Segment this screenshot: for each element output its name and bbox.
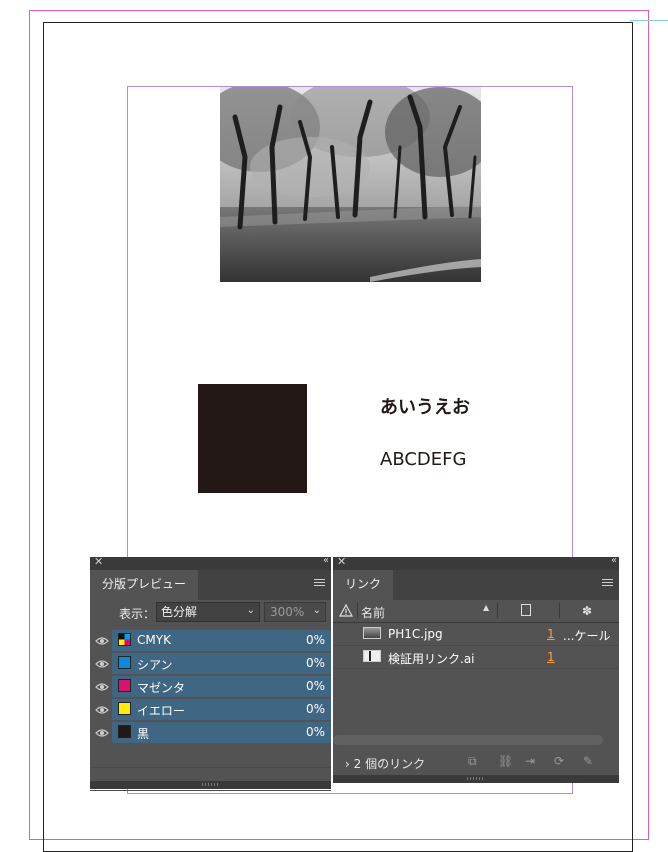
column-name[interactable]: 名前	[361, 604, 385, 621]
separation-value: 0%	[305, 679, 325, 693]
view-label: 表示：	[119, 607, 156, 621]
separation-name: CMYK	[137, 633, 171, 647]
panel-resize-bar[interactable]	[90, 781, 331, 789]
link-row[interactable]: 検証用リンク.ai 1	[333, 646, 619, 669]
illustrator-file-icon	[363, 650, 381, 662]
goto-link-icon[interactable]: ⛓	[498, 754, 513, 768]
separation-value: 0%	[305, 633, 325, 647]
close-icon[interactable]: ✕	[94, 555, 103, 568]
palette-icon[interactable]: ✽	[582, 604, 592, 618]
separations-preview-panel: ✕ ‹‹ 分版プレビュー 表示： 色分解 ⌄ 300% ⌄ CMYK 0% シアン 0…	[90, 555, 331, 791]
separation-value: 0%	[305, 656, 325, 670]
links-panel: ✕ ‹‹ リンク 名前 ▲ ✽ PH1C.jpg 1 ...ケール検証用リンク.ai…	[333, 555, 619, 783]
link-count: › 2 個のリンク	[345, 757, 426, 771]
link-file-name: 検証用リンク.ai	[388, 652, 475, 666]
eye-icon[interactable]	[95, 659, 109, 669]
ruler-guide	[630, 20, 668, 21]
ink-swatch	[118, 725, 131, 738]
links-footer: › 2 個のリンク ⧉ ⛓ ⇥ ⟳ ✎	[333, 749, 619, 775]
filled-rectangle[interactable]	[198, 384, 307, 493]
eye-icon[interactable]	[95, 682, 109, 692]
grip-icon	[201, 783, 220, 786]
chevron-down-icon: ⌄	[246, 605, 255, 616]
separation-row-body[interactable]: マゼンタ 0%	[112, 676, 331, 697]
separation-row-body[interactable]: CMYK 0%	[112, 630, 331, 651]
ink-limit-select[interactable]: 300% ⌄	[264, 602, 326, 622]
link-page-number[interactable]: 1	[547, 627, 555, 641]
separation-row[interactable]: イエロー 0%	[90, 699, 331, 722]
collapse-icon[interactable]: ‹‹	[611, 555, 617, 566]
separation-row[interactable]: マゼンタ 0%	[90, 676, 331, 699]
eye-icon[interactable]	[95, 705, 109, 715]
separation-name: 黒	[137, 727, 150, 741]
ink-swatch	[118, 633, 131, 646]
column-divider	[497, 603, 498, 618]
separation-row[interactable]: CMYK 0%	[90, 630, 331, 653]
panel-resize-bar[interactable]	[333, 775, 619, 783]
eye-icon[interactable]	[95, 636, 109, 646]
view-row: 表示： 色分解 ⌄ 300% ⌄	[90, 600, 331, 626]
grip-icon	[467, 777, 485, 780]
separation-row-body[interactable]: イエロー 0%	[112, 699, 331, 720]
separation-name: イエロー	[137, 704, 185, 718]
view-mode-select[interactable]: 色分解 ⌄	[156, 602, 260, 622]
text-frame-hiragana[interactable]: あいうえお	[380, 393, 470, 419]
link-row[interactable]: PH1C.jpg 1 ...ケール	[333, 623, 619, 646]
chevron-down-icon: ⌄	[312, 605, 321, 616]
panel-titlebar: ✕ ‹‹	[90, 555, 331, 570]
text-frame-alphabet[interactable]: ABCDEFG	[380, 449, 466, 470]
panel-menu-icon[interactable]	[314, 578, 325, 588]
separation-list: CMYK 0% シアン 0% マゼンタ 0% イエロー 0% 黒 0%	[90, 630, 331, 745]
separation-row-body[interactable]: 黒 0%	[112, 722, 331, 743]
close-icon[interactable]: ✕	[337, 555, 346, 568]
panel-tabbar: リンク	[333, 570, 619, 600]
tab-links[interactable]: リンク	[333, 570, 394, 600]
link-page-number[interactable]: 1	[547, 650, 555, 664]
sort-ascending-icon[interactable]: ▲	[483, 603, 489, 612]
ink-swatch	[118, 656, 131, 669]
separation-name: マゼンタ	[137, 681, 186, 695]
panel-titlebar: ✕ ‹‹	[333, 555, 619, 570]
update-link-icon[interactable]: ⟳	[554, 754, 564, 768]
horizontal-scrollbar[interactable]	[333, 735, 603, 745]
eye-icon[interactable]	[95, 728, 109, 738]
ink-swatch	[118, 702, 131, 715]
panel-tabbar: 分版プレビュー	[90, 570, 331, 600]
link-count-text: 2 個のリンク	[353, 757, 426, 771]
column-divider	[559, 603, 560, 618]
link-color-space: ...ケール	[563, 629, 611, 643]
edit-original-icon[interactable]: ✎	[583, 754, 593, 768]
image-thumbnail-icon	[363, 627, 381, 639]
separation-row[interactable]: シアン 0%	[90, 653, 331, 676]
separation-name: シアン	[137, 658, 173, 672]
links-list: PH1C.jpg 1 ...ケール検証用リンク.ai 1	[333, 623, 619, 669]
placed-photo[interactable]	[220, 87, 481, 282]
relink-icon[interactable]: ⧉	[468, 754, 477, 769]
tab-separations-preview[interactable]: 分版プレビュー	[90, 570, 199, 600]
link-file-name: PH1C.jpg	[388, 627, 443, 641]
empty-row	[90, 745, 331, 768]
goto-page-icon[interactable]: ⇥	[525, 754, 535, 768]
separation-value: 0%	[305, 702, 325, 716]
view-mode-value: 色分解	[161, 605, 198, 619]
page-icon[interactable]	[521, 604, 531, 616]
warning-icon[interactable]	[339, 604, 353, 617]
separation-value: 0%	[305, 725, 325, 739]
ink-swatch	[118, 679, 131, 692]
column-divider	[357, 603, 358, 618]
collapse-icon[interactable]: ‹‹	[323, 555, 329, 566]
separation-row[interactable]: 黒 0%	[90, 722, 331, 745]
panel-menu-icon[interactable]	[602, 578, 613, 588]
links-column-header: 名前 ▲ ✽	[333, 600, 619, 623]
ink-limit-value: 300%	[270, 605, 305, 619]
separation-row-body[interactable]: シアン 0%	[112, 653, 331, 674]
